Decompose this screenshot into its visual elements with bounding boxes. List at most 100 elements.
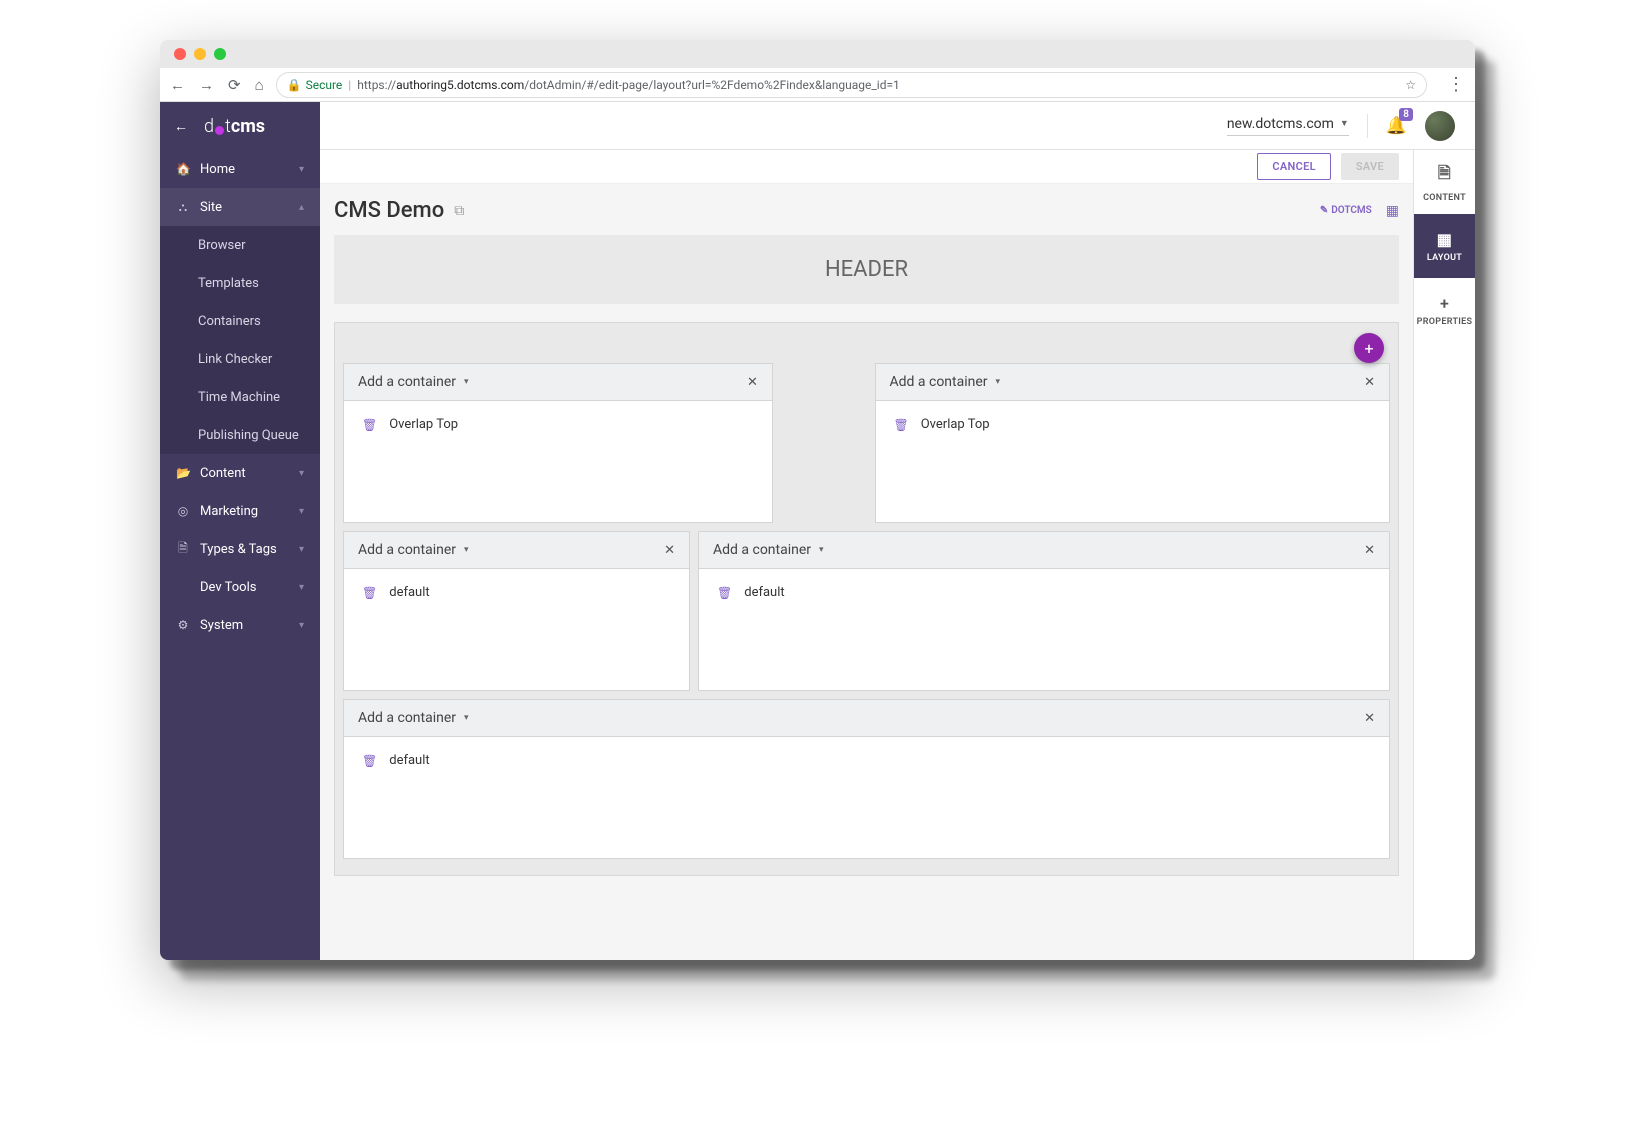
add-container-label: Add a container [713, 542, 811, 558]
reload-icon[interactable]: ⟳ [228, 76, 241, 94]
header-region: HEADER [334, 235, 1399, 304]
sidebar-icon: ⚙ [176, 618, 190, 632]
sidebar-item-types-tags[interactable]: 🗎 Types & Tags ▾ [160, 530, 320, 568]
sidebar-item-content[interactable]: 📂 Content ▾ [160, 454, 320, 492]
edit-template-link[interactable]: ✎ DOTCMS [1320, 205, 1372, 216]
chevron-down-icon: ▾ [464, 545, 469, 555]
sidebar-subitem-link-checker[interactable]: Link Checker [160, 340, 320, 378]
chevron-down-icon: ▾ [299, 582, 304, 593]
forward-icon[interactable]: → [199, 76, 214, 94]
remove-container-icon[interactable]: ✕ [1364, 711, 1375, 726]
add-container-dropdown[interactable]: Add a container ▾ [890, 374, 1001, 390]
sidebar-item-label: System [200, 618, 289, 633]
sidebar-item-system[interactable]: ⚙ System ▾ [160, 606, 320, 644]
layout-canvas: CANCEL SAVE CMS Demo ⧉ ✎ [320, 150, 1413, 960]
rail-icon: ▦ [1437, 230, 1452, 249]
window-titlebar [160, 40, 1475, 68]
logo: dtcms [204, 116, 265, 137]
sidebar-icon: ⛬ [176, 200, 190, 215]
sidebar-icon: 🗎 [176, 539, 190, 560]
rail-tab-layout[interactable]: ▦ LAYOUT [1414, 214, 1475, 278]
container-item: 🗑 default [362, 749, 1371, 772]
remove-container-icon[interactable]: ✕ [1364, 375, 1375, 390]
sidebar-item-site[interactable]: ⛬ Site ▴ [160, 188, 320, 226]
chevron-down-icon: ▾ [299, 544, 304, 555]
page-title: CMS Demo ⧉ [334, 198, 464, 223]
sidebar-item-label: Types & Tags [200, 542, 289, 557]
rail-tab-properties[interactable]: + PROPERTIES [1414, 278, 1475, 342]
sidebar-subitem-browser[interactable]: Browser [160, 226, 320, 264]
trash-icon[interactable]: 🗑 [362, 586, 377, 600]
sidebar-subitem-containers[interactable]: Containers [160, 302, 320, 340]
chevron-down-icon: ▾ [299, 620, 304, 631]
add-container-label: Add a container [358, 542, 456, 558]
rail-label: PROPERTIES [1417, 317, 1473, 327]
remove-container-icon[interactable]: ✕ [747, 375, 758, 390]
site-selector[interactable]: new.dotcms.com ▼ [1227, 116, 1349, 136]
bookmark-star-icon[interactable]: ☆ [1405, 78, 1416, 92]
address-bar[interactable]: 🔒 Secure | https://authoring5.dotcms.com… [276, 72, 1427, 98]
layout-grid: + Add a container ▾ ✕ 🗑 Overlap Top Add … [334, 322, 1399, 876]
back-icon[interactable]: ← [170, 76, 185, 94]
copy-icon[interactable]: ⧉ [454, 203, 464, 219]
minimize-window-icon[interactable] [194, 48, 206, 60]
add-container-dropdown[interactable]: Add a container ▾ [358, 710, 469, 726]
browser-window: ← → ⟳ ⌂ 🔒 Secure | https://authoring5.do… [160, 40, 1475, 960]
pencil-icon: ✎ [1320, 205, 1328, 216]
remove-container-icon[interactable]: ✕ [664, 543, 675, 558]
container-box: Add a container ▾ ✕ 🗑 Overlap Top [343, 363, 773, 523]
sidebar-subitem-time-machine[interactable]: Time Machine [160, 378, 320, 416]
sidebar: ← dtcms 🏠 Home ▾⛬ Site ▴BrowserTemplates… [160, 102, 320, 960]
container-item-label: default [389, 753, 429, 768]
sidebar-item-home[interactable]: 🏠 Home ▾ [160, 150, 320, 188]
chevron-up-icon: ▴ [299, 202, 304, 213]
sidebar-item-marketing[interactable]: ◎ Marketing ▾ [160, 492, 320, 530]
sidebar-item-label: Content [200, 466, 289, 481]
rail-icon: 🗎 [1438, 162, 1451, 189]
container-box: Add a container ▾ ✕ 🗑 default [343, 699, 1390, 859]
browser-menu-icon[interactable]: ⋮ [1447, 74, 1465, 95]
cancel-button[interactable]: CANCEL [1257, 153, 1330, 180]
sidebar-item-label: Site [200, 200, 289, 215]
site-selector-label: new.dotcms.com [1227, 116, 1334, 132]
add-container-dropdown[interactable]: Add a container ▾ [358, 374, 469, 390]
sidebar-item-dev-tools[interactable]: Dev Tools ▾ [160, 568, 320, 606]
remove-container-icon[interactable]: ✕ [1364, 543, 1375, 558]
rail-icon: + [1440, 294, 1449, 313]
browser-toolbar: ← → ⟳ ⌂ 🔒 Secure | https://authoring5.do… [160, 68, 1475, 102]
trash-icon[interactable]: 🗑 [717, 586, 732, 600]
container-item: 🗑 Overlap Top [894, 413, 1372, 436]
notifications-icon[interactable]: 🔔8 [1386, 116, 1407, 136]
sidebar-icon: ◎ [176, 504, 190, 518]
trash-icon[interactable]: 🗑 [362, 754, 377, 768]
layout-grid-icon[interactable]: ▦ [1386, 203, 1399, 219]
trash-icon[interactable]: 🗑 [894, 418, 909, 432]
close-window-icon[interactable] [174, 48, 186, 60]
sidebar-item-label: Home [200, 162, 289, 177]
save-button: SAVE [1341, 153, 1399, 180]
top-header: new.dotcms.com ▼ 🔔8 [320, 102, 1475, 150]
rail-tab-content[interactable]: 🗎 CONTENT [1414, 150, 1475, 214]
sidebar-subitem-templates[interactable]: Templates [160, 264, 320, 302]
container-item-label: Overlap Top [389, 417, 458, 432]
chevron-down-icon: ▾ [299, 164, 304, 175]
sidebar-back-icon[interactable]: ← [174, 118, 188, 135]
chevron-down-icon: ▾ [819, 545, 824, 555]
maximize-window-icon[interactable] [214, 48, 226, 60]
home-icon[interactable]: ⌂ [255, 76, 264, 94]
add-container-label: Add a container [358, 374, 456, 390]
add-container-label: Add a container [890, 374, 988, 390]
logo-dot-icon [215, 126, 224, 135]
sidebar-item-label: Dev Tools [200, 580, 289, 595]
add-container-dropdown[interactable]: Add a container ▾ [358, 542, 469, 558]
add-row-button[interactable]: + [1354, 333, 1384, 363]
layout-gap [781, 363, 867, 523]
secure-label: Secure [306, 78, 343, 92]
trash-icon[interactable]: 🗑 [362, 418, 377, 432]
right-rail: 🗎 CONTENT▦ LAYOUT+ PROPERTIES [1413, 150, 1475, 960]
avatar[interactable] [1425, 111, 1455, 141]
sidebar-icon: 🏠 [176, 162, 190, 176]
sidebar-subitem-publishing-queue[interactable]: Publishing Queue [160, 416, 320, 454]
add-container-dropdown[interactable]: Add a container ▾ [713, 542, 824, 558]
container-box: Add a container ▾ ✕ 🗑 default [343, 531, 690, 691]
